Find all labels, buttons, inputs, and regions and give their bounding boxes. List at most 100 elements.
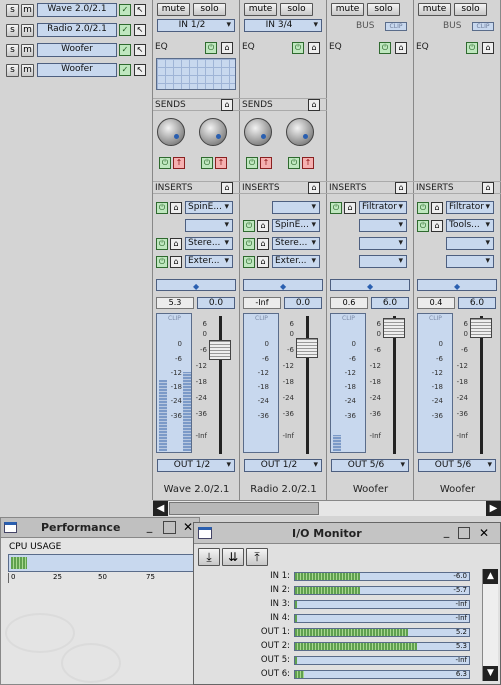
solo-button[interactable]: s <box>6 4 19 17</box>
scroll-up-icon[interactable]: ▲ <box>483 569 498 584</box>
insert-slot[interactable] <box>446 255 494 268</box>
gain-value[interactable]: 0.0 <box>284 297 322 309</box>
send-knob[interactable] <box>199 118 227 146</box>
insert-power-icon[interactable]: ⏻ <box>243 238 255 250</box>
eq-insert-icon[interactable]: ⌂ <box>482 42 494 54</box>
send-power-icon[interactable]: ⏻ <box>288 157 300 169</box>
mute-button[interactable]: m <box>21 64 34 77</box>
insert-power-icon[interactable]: ⏻ <box>330 202 342 214</box>
eq-graph[interactable] <box>156 58 236 90</box>
send-prefader-icon[interactable]: ↑ <box>173 157 185 169</box>
track-name[interactable]: Radio 2.0/2.1 <box>37 23 117 37</box>
gain-value[interactable]: 6.0 <box>458 297 496 309</box>
cursor-icon[interactable]: ↖ <box>134 4 146 16</box>
close-icon[interactable]: ✕ <box>477 526 491 540</box>
solo-button[interactable]: solo <box>367 3 400 16</box>
insert-power-icon[interactable]: ⏻ <box>417 220 429 232</box>
send-power-icon[interactable]: ⏻ <box>159 157 171 169</box>
send-knob[interactable] <box>157 118 185 146</box>
output-select[interactable]: OUT 1/2 <box>157 459 235 472</box>
insert-slot[interactable]: Filtrator <box>359 201 407 214</box>
check-icon[interactable]: ✓ <box>119 24 131 36</box>
scroll-right-icon[interactable]: ▶ <box>486 501 501 516</box>
performance-titlebar[interactable]: Performance _ ✕ <box>1 518 199 538</box>
insert-slot[interactable]: Filtrator <box>446 201 494 214</box>
solo-button[interactable]: solo <box>454 3 487 16</box>
insert-edit-icon[interactable]: ⌂ <box>170 202 182 214</box>
inserts-insert-icon[interactable]: ⌂ <box>308 182 320 194</box>
mute-button[interactable]: m <box>21 4 34 17</box>
insert-slot[interactable]: Exter... <box>272 255 320 268</box>
cursor-icon[interactable]: ↖ <box>134 24 146 36</box>
send-power-icon[interactable]: ⏻ <box>201 157 213 169</box>
solo-button[interactable]: s <box>6 44 19 57</box>
track-name[interactable]: Wave 2.0/2.1 <box>37 3 117 17</box>
collapse-icon[interactable]: ⤒ <box>246 548 268 566</box>
inserts-insert-icon[interactable]: ⌂ <box>395 182 407 194</box>
input-select[interactable]: IN 3/4 <box>244 19 322 32</box>
volume-fader[interactable] <box>209 340 231 360</box>
solo-button[interactable]: solo <box>193 3 226 16</box>
solo-button[interactable]: s <box>6 24 19 37</box>
io-scrollbar[interactable]: ▲ ▼ <box>482 569 498 681</box>
insert-power-icon[interactable]: ⏻ <box>156 238 168 250</box>
insert-slot[interactable]: Stere... <box>185 237 233 250</box>
insert-slot[interactable] <box>359 219 407 232</box>
track-name[interactable]: Woofer <box>37 63 117 77</box>
check-icon[interactable]: ✓ <box>119 4 131 16</box>
insert-edit-icon[interactable]: ⌂ <box>170 256 182 268</box>
eq-insert-icon[interactable]: ⌂ <box>221 42 233 54</box>
output-select[interactable]: OUT 5/6 <box>331 459 409 472</box>
insert-slot[interactable]: SpinE... <box>185 201 233 214</box>
pan-control[interactable]: ◆ <box>156 279 236 291</box>
send-prefader-icon[interactable]: ↑ <box>260 157 272 169</box>
insert-edit-icon[interactable]: ⌂ <box>431 202 443 214</box>
cursor-icon[interactable]: ↖ <box>134 64 146 76</box>
insert-edit-icon[interactable]: ⌂ <box>257 238 269 250</box>
insert-slot[interactable] <box>446 237 494 250</box>
send-knob[interactable] <box>244 118 272 146</box>
input-select[interactable]: IN 1/2 <box>157 19 235 32</box>
inserts-insert-icon[interactable]: ⌂ <box>482 182 494 194</box>
insert-power-icon[interactable]: ⏻ <box>156 202 168 214</box>
insert-edit-icon[interactable]: ⌂ <box>170 238 182 250</box>
insert-slot[interactable]: SpinE... <box>272 219 320 232</box>
scroll-down-icon[interactable]: ▼ <box>483 666 498 681</box>
mute-button[interactable]: mute <box>157 3 190 16</box>
send-prefader-icon[interactable]: ↑ <box>215 157 227 169</box>
send-prefader-icon[interactable]: ↑ <box>302 157 314 169</box>
insert-edit-icon[interactable]: ⌂ <box>257 220 269 232</box>
mute-button[interactable]: m <box>21 24 34 37</box>
eq-power-icon[interactable]: ⏻ <box>292 42 304 54</box>
insert-slot[interactable]: Exter... <box>185 255 233 268</box>
send-power-icon[interactable]: ⏻ <box>246 157 258 169</box>
pan-control[interactable]: ◆ <box>243 279 323 291</box>
output-select[interactable]: OUT 1/2 <box>244 459 322 472</box>
minimize-icon[interactable]: _ <box>143 521 156 534</box>
insert-power-icon[interactable]: ⏻ <box>417 202 429 214</box>
insert-power-icon[interactable]: ⏻ <box>243 256 255 268</box>
mute-button[interactable]: m <box>21 44 34 57</box>
pan-control[interactable]: ◆ <box>417 279 497 291</box>
minimize-icon[interactable]: _ <box>440 526 453 539</box>
eq-insert-icon[interactable]: ⌂ <box>395 42 407 54</box>
maximize-icon[interactable] <box>458 527 470 539</box>
scroll-left-icon[interactable]: ◀ <box>153 501 168 516</box>
eq-power-icon[interactable]: ⏻ <box>379 42 391 54</box>
send-knob[interactable] <box>286 118 314 146</box>
insert-slot[interactable] <box>272 201 320 214</box>
pan-control[interactable]: ◆ <box>330 279 410 291</box>
io-monitor-titlebar[interactable]: I/O Monitor _ ✕ <box>194 523 500 544</box>
volume-fader[interactable] <box>470 318 492 338</box>
sends-insert-icon[interactable]: ⌂ <box>308 99 320 111</box>
eq-power-icon[interactable]: ⏻ <box>205 42 217 54</box>
volume-fader[interactable] <box>383 318 405 338</box>
sends-insert-icon[interactable]: ⌂ <box>221 99 233 111</box>
mixer-scrollbar[interactable]: ◀ ▶ <box>153 500 501 516</box>
maximize-icon[interactable] <box>163 521 176 534</box>
inserts-insert-icon[interactable]: ⌂ <box>221 182 233 194</box>
down-arrow-icon[interactable]: ⤓ <box>198 548 220 566</box>
mute-button[interactable]: mute <box>244 3 277 16</box>
gain-value[interactable]: 0.0 <box>197 297 235 309</box>
insert-slot[interactable]: Stere... <box>272 237 320 250</box>
